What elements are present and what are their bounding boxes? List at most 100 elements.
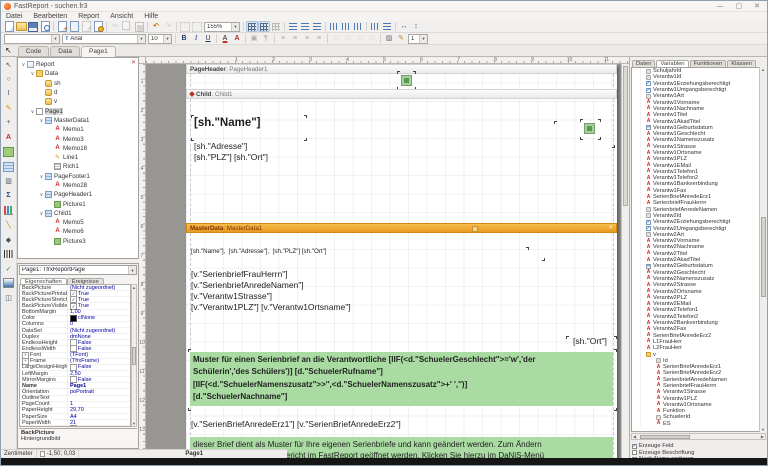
same-width-button[interactable]: ↔ [398,21,410,32]
tree-item[interactable]: PageHeader1 [18,190,138,199]
tree-item[interactable]: Rich1 [18,162,138,171]
fill-color-button[interactable]: ▨ [383,33,395,44]
memo-sh-plz-ort[interactable]: [sh."PLZ"] [sh."Ort"] [194,152,268,162]
scroll-down-icon[interactable]: ▼ [761,427,765,432]
chevron-down-icon[interactable]: ▼ [51,35,59,43]
chevron-down-icon[interactable]: ▼ [231,23,239,31]
pageheader-band-header[interactable]: PageHeader : PageHeader1 [186,64,617,74]
variables-scrollbar[interactable]: ▲ ▼ [759,67,766,432]
tree-expander[interactable] [38,191,45,198]
close-icon[interactable]: ✕ [131,59,136,66]
report-page[interactable]: PageHeader : PageHeader1 Child : Child1 … [186,64,617,458]
select-tool[interactable]: ↖ [3,59,15,70]
scroll-up-icon[interactable]: ▲ [761,67,765,72]
menu-item[interactable]: Datei [6,13,22,20]
page-tab[interactable]: Data [50,46,80,56]
tree-item[interactable]: Picture1 [18,199,138,208]
picture1-object[interactable] [401,75,412,86]
scroll-thumb[interactable] [132,347,136,365]
align-lefts-button[interactable] [287,21,299,32]
page-tab[interactable]: Page1 [81,46,116,57]
tree-expander[interactable] [29,108,36,115]
delete-page-button[interactable] [80,21,92,32]
new-dialog-page-button[interactable] [68,21,80,32]
menu-item[interactable]: Ansicht [110,13,133,20]
chevron-down-icon[interactable]: ▼ [163,35,171,43]
show-grid-button[interactable] [246,21,258,32]
scroll-down-icon[interactable]: ▼ [132,421,136,426]
page-settings-button[interactable] [92,21,104,32]
move-tool[interactable]: + [3,117,15,128]
tree-item[interactable]: PageFooter1 [18,172,138,181]
preview-button[interactable] [39,21,51,32]
align-text-right-button[interactable]: ≡ [301,33,313,44]
border-top-button[interactable]: □ [330,33,342,44]
tree-item[interactable]: Memo28 [18,181,138,190]
highlight-button[interactable]: A [231,33,243,44]
scroll-right-icon[interactable]: ▶ [761,434,764,439]
align-tops-button[interactable] [328,21,340,32]
tree-expander[interactable] [38,117,45,124]
cut-button[interactable]: ✂ [109,21,121,32]
border-bottom-button[interactable]: □ [342,33,354,44]
tree-item[interactable]: Child1 [18,209,138,218]
tree-expander[interactable] [29,70,36,77]
close-icon[interactable]: ✕ [754,2,760,11]
tree-item[interactable]: MasterData1 [18,116,138,125]
format-painter-tool[interactable]: ✎ [3,103,15,114]
fit-to-grid-button[interactable] [270,21,282,32]
option-checkbox-row[interactable]: Erzeuge Feld [632,443,765,450]
new-report-button[interactable] [3,21,15,32]
tree-item[interactable]: Line1 [18,153,138,162]
picture3-object[interactable] [584,123,595,134]
align-text-center-button[interactable]: ≡ [289,33,301,44]
ungroup-button[interactable] [191,21,203,32]
memo-sh-adresse[interactable]: [sh."Adresse"] [194,141,247,151]
band-close-icon[interactable]: ✕ [608,225,613,231]
chevron-down-icon[interactable]: ▼ [137,35,145,43]
tree-expander[interactable] [38,173,45,180]
copy-button[interactable] [121,21,133,32]
data-panel-tab[interactable]: Klassen [727,60,756,67]
font-size-select[interactable]: 10 ▼ [148,34,172,44]
open-report-button[interactable] [15,21,27,32]
data-panel-tab[interactable]: Daten [632,60,655,67]
ole-object[interactable]: ◫ [3,293,15,304]
shape-object[interactable]: ◆ [3,234,15,245]
space-horizontally-button[interactable] [369,21,381,32]
memo-md-address[interactable]: [sh."Name"], [sh."Adresse"], [sh."PLZ"] … [191,248,327,255]
tree-item[interactable]: Memo1 [18,125,138,134]
subreport-object[interactable]: ▥ [3,176,15,187]
frame-color-button[interactable]: ✎ [395,33,407,44]
style-select[interactable]: ▼ [4,34,60,44]
line-object[interactable]: ╲ [3,220,15,231]
scroll-thumb[interactable] [761,217,766,297]
group-button[interactable] [179,21,191,32]
italic-button[interactable]: I [190,33,202,44]
tree-item[interactable]: Memo16 [18,144,138,153]
new-page-button[interactable] [56,21,68,32]
tree-item[interactable]: sh [18,79,138,88]
menu-item[interactable]: Bearbeiten [33,13,67,20]
tree-item[interactable]: Memo5 [18,218,138,227]
memo-sh-name[interactable]: [sh."Name"] [194,117,261,129]
font-color-button[interactable]: A [219,33,231,44]
save-report-button[interactable] [27,21,39,32]
tree-item[interactable]: Page1 [18,106,138,115]
underline-button[interactable]: U [202,33,214,44]
barcode-object[interactable] [3,249,15,260]
page-tab[interactable]: Code [18,46,50,56]
align-text-left-button[interactable]: ≡ [277,33,289,44]
tree-item[interactable]: d [18,88,138,97]
variable-item[interactable]: ES [634,421,765,427]
checkbox-object[interactable]: ✓ [3,263,15,274]
masterdata-band-header[interactable]: MasterData : MasterData1 ✕ [186,223,617,233]
border-left-button[interactable]: □ [354,33,366,44]
border-right-button[interactable]: □ [366,33,378,44]
scroll-left-icon[interactable]: ◀ [633,434,636,439]
property-row[interactable]: PrintIfEmpty True [20,426,130,427]
inspector-scrollbar[interactable]: ▲ ▼ [131,284,137,427]
memo-plz-ortsname[interactable]: [v."Verantw1PLZ"] [v."Verantw1Ortsname"] [191,302,351,312]
checkbox[interactable] [632,444,637,449]
child-band-header[interactable]: Child : Child1 [186,89,617,99]
